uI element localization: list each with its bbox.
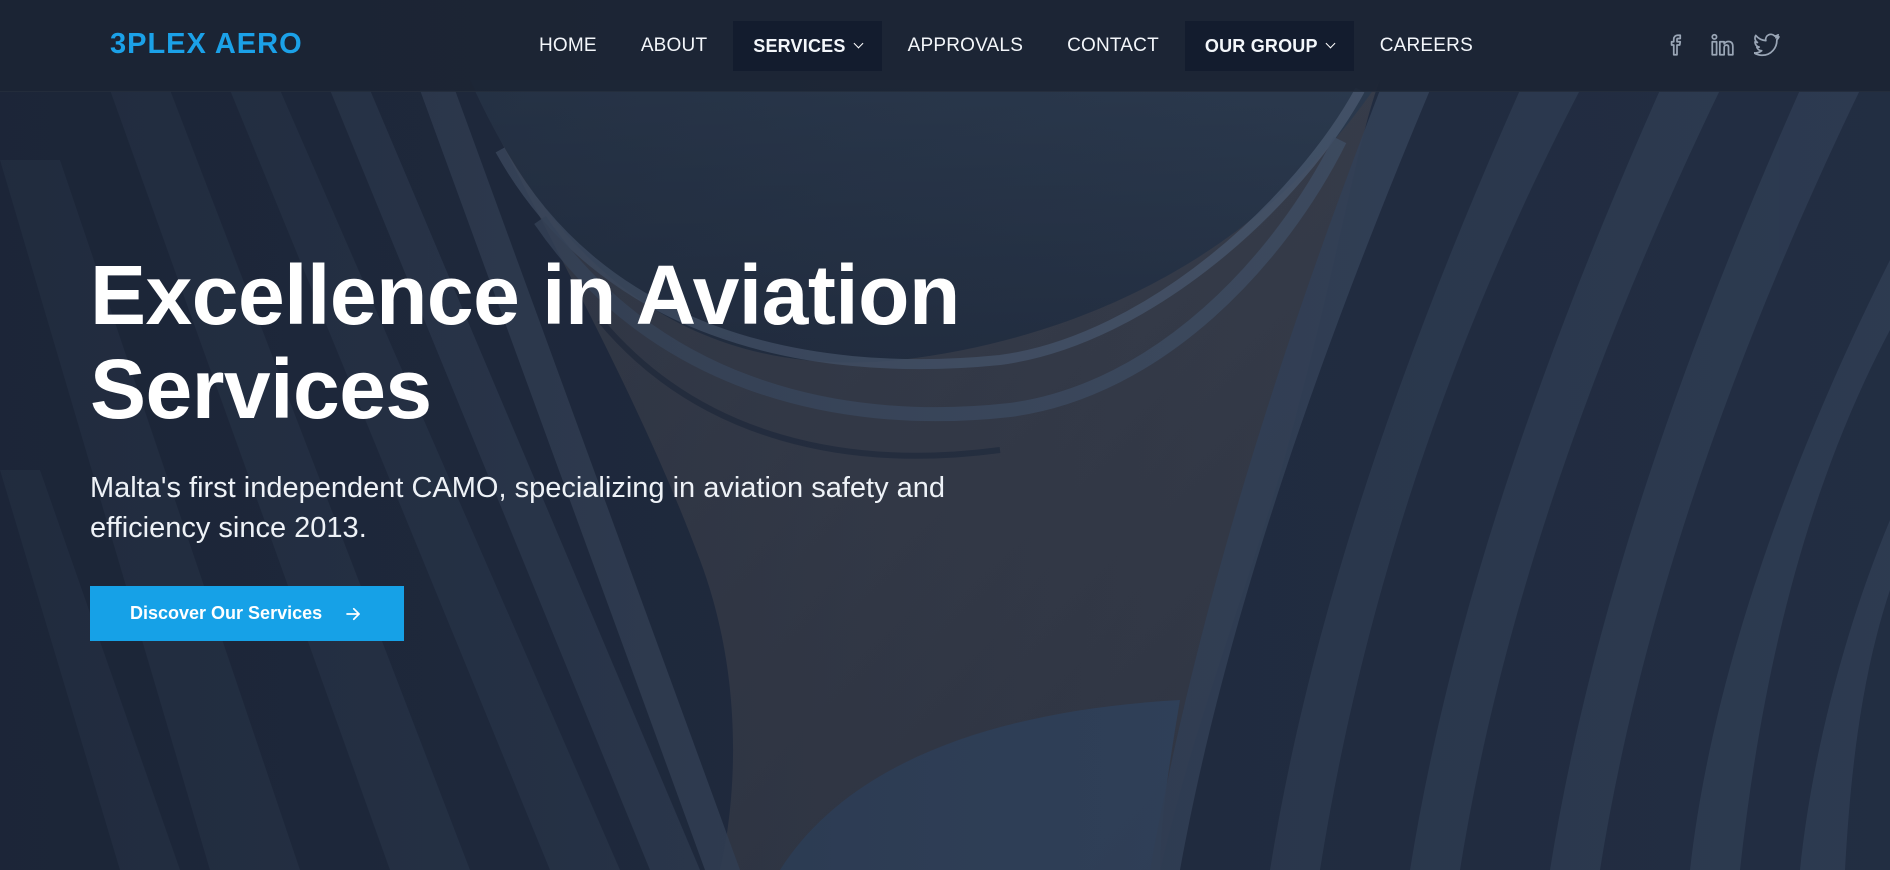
nav-item-contact[interactable]: CONTACT (1045, 21, 1181, 71)
hero-title-line1: Excellence in Aviation (90, 248, 960, 342)
nav-item-approvals[interactable]: APPROVALS (886, 21, 1046, 71)
main-nav: HOME ABOUT SERVICES APPROVALS CONTACT OU… (517, 21, 1495, 71)
cta-label: Discover Our Services (130, 603, 323, 623)
chevron-down-icon (1325, 38, 1336, 49)
chevron-down-icon (853, 38, 864, 49)
facebook-icon[interactable] (1664, 32, 1690, 58)
nav-item-label: ABOUT (640, 35, 708, 56)
nav-item-home[interactable]: HOME (517, 21, 619, 71)
brand-logo[interactable]: 3PLEX AERO (110, 28, 303, 61)
nav-item-label: CAREERS (1379, 35, 1473, 56)
top-navbar: 3PLEX AERO HOME ABOUT SERVICES APPROVALS… (0, 0, 1890, 92)
hero-subtitle: Malta's first independent CAMO, speciali… (90, 472, 946, 544)
nav-item-label: CONTACT (1067, 35, 1159, 56)
discover-services-button[interactable]: Discover Our Services (90, 586, 405, 641)
nav-item-label: HOME (539, 35, 597, 56)
nav-item-label: SERVICES (753, 35, 846, 56)
hero-title-line2: Services (90, 342, 432, 436)
linkedin-icon[interactable] (1709, 32, 1735, 58)
nav-item-label: APPROVALS (907, 35, 1024, 56)
arrow-right-icon (344, 605, 362, 623)
nav-item-label: OUR GROUP (1204, 35, 1318, 56)
twitter-icon[interactable] (1754, 32, 1780, 58)
nav-item-about[interactable]: ABOUT (619, 21, 729, 71)
nav-item-our-group[interactable]: OUR GROUP (1184, 21, 1354, 71)
hero-title: Excellence in Aviation Services (90, 248, 1090, 436)
nav-item-careers[interactable]: CAREERS (1358, 21, 1495, 71)
social-links (1664, 32, 1780, 58)
hero-section: Excellence in Aviation Services Malta's … (90, 248, 1090, 641)
nav-item-services[interactable]: SERVICES (733, 21, 882, 71)
